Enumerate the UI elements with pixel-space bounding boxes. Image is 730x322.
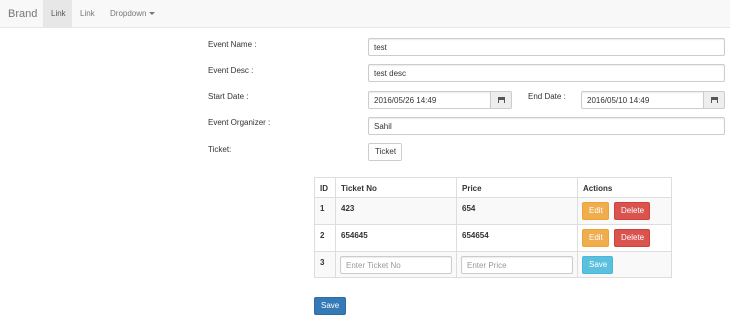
table-row: 2 <box>315 225 336 252</box>
ticket-no-input[interactable] <box>340 256 452 274</box>
edit-button[interactable]: Edit <box>582 229 609 247</box>
event-name-input[interactable] <box>368 38 725 56</box>
price-input[interactable] <box>461 256 573 274</box>
calendar-icon <box>498 97 505 103</box>
table-cell: 654654 <box>457 225 578 252</box>
table-row: 1 <box>315 198 336 225</box>
brand-link[interactable]: Brand <box>8 8 37 20</box>
delete-button[interactable]: Delete <box>614 202 650 220</box>
edit-button[interactable]: Edit <box>582 202 609 220</box>
navbar: Brand Link Link Dropdown <box>0 0 730 28</box>
nav-dropdown[interactable]: Dropdown <box>102 0 163 27</box>
table-cell: 423 <box>336 198 457 225</box>
event-name-label: Event Name : <box>208 40 257 49</box>
end-date-label: End Date : <box>528 92 566 101</box>
table-header-cell: Ticket No <box>336 178 457 198</box>
start-date-input[interactable] <box>368 91 491 109</box>
event-organizer-label: Event Organizer : <box>208 118 271 127</box>
event-desc-label: Event Desc : <box>208 66 254 75</box>
calendar-icon <box>711 97 718 103</box>
table-cell: 654645 <box>336 225 457 252</box>
end-date-calendar-button[interactable] <box>703 91 725 109</box>
event-desc-input[interactable] <box>368 64 725 82</box>
nav-dropdown-label: Dropdown <box>110 9 147 18</box>
table-header-cell: ID <box>315 178 336 198</box>
ticket-button[interactable]: Ticket <box>368 143 402 161</box>
end-date-input[interactable] <box>581 91 704 109</box>
start-date-calendar-button[interactable] <box>490 91 512 109</box>
start-date-label: Start Date : <box>208 92 249 101</box>
table-row: 3 <box>315 252 336 277</box>
nav-link-1[interactable]: Link <box>43 0 72 27</box>
caret-down-icon <box>149 12 156 16</box>
ticket-label: Ticket: <box>208 145 232 154</box>
delete-button[interactable]: Delete <box>614 229 650 247</box>
save-button[interactable]: Save <box>314 297 346 315</box>
table-header-cell: Price <box>457 178 578 198</box>
table-header-cell: Actions <box>578 178 671 198</box>
table-cell: 654 <box>457 198 578 225</box>
nav-link-2[interactable]: Link <box>72 0 102 27</box>
event-organizer-input[interactable] <box>368 117 725 135</box>
save-ticket-button[interactable]: Save <box>582 256 613 274</box>
